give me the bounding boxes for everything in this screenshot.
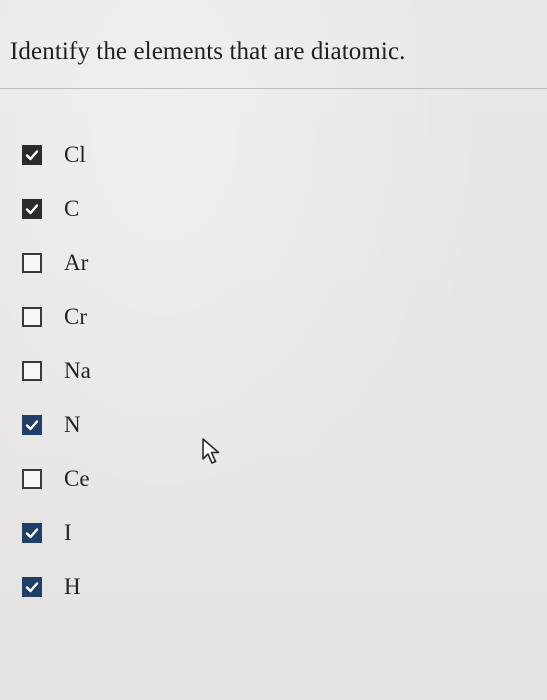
check-icon (25, 150, 39, 161)
option-checkbox[interactable] (22, 145, 42, 165)
option-label: Cr (64, 304, 87, 329)
option-na[interactable]: Na (22, 344, 91, 398)
option-checkbox[interactable] (22, 469, 42, 489)
check-icon (25, 582, 39, 593)
check-icon (25, 420, 39, 431)
option-label: Ce (64, 466, 90, 491)
option-label: N (64, 412, 81, 437)
option-label: I (64, 520, 72, 545)
answer-options-list: Cl C Ar Cr Na N Ce I H (22, 128, 91, 614)
mouse-cursor-icon (202, 438, 220, 464)
question-prompt: Identify the elements that are diatomic. (10, 38, 406, 65)
option-n[interactable]: N (22, 398, 91, 452)
option-c[interactable]: C (22, 182, 91, 236)
option-cl[interactable]: Cl (22, 128, 91, 182)
option-checkbox[interactable] (22, 415, 42, 435)
question-divider (0, 88, 547, 89)
option-checkbox[interactable] (22, 253, 42, 273)
check-icon (25, 528, 39, 539)
option-checkbox[interactable] (22, 523, 42, 543)
option-ce[interactable]: Ce (22, 452, 91, 506)
option-cr[interactable]: Cr (22, 290, 91, 344)
option-checkbox[interactable] (22, 361, 42, 381)
option-label: Cl (64, 142, 86, 167)
option-label: H (64, 574, 81, 599)
option-h[interactable]: H (22, 560, 91, 614)
option-label: Na (64, 358, 91, 383)
option-ar[interactable]: Ar (22, 236, 91, 290)
option-label: C (64, 196, 80, 221)
option-checkbox[interactable] (22, 199, 42, 219)
option-checkbox[interactable] (22, 577, 42, 597)
check-icon (25, 204, 39, 215)
option-checkbox[interactable] (22, 307, 42, 327)
option-label: Ar (64, 250, 89, 275)
option-i[interactable]: I (22, 506, 91, 560)
quiz-page: Identify the elements that are diatomic.… (0, 0, 547, 700)
